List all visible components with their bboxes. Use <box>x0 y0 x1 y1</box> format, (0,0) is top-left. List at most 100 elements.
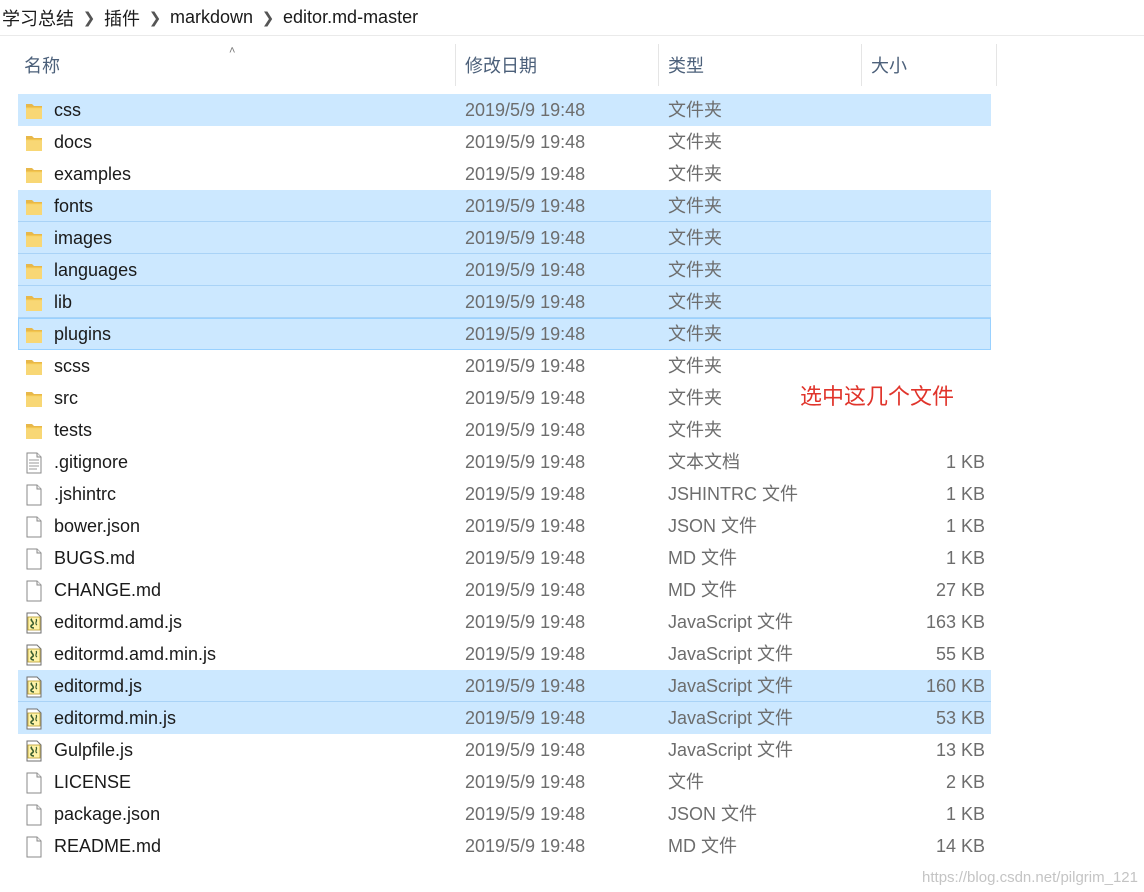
breadcrumb-item-editor-md-master[interactable]: editor.md-master <box>283 7 418 28</box>
file-type: 文件夹 <box>668 260 722 280</box>
file-row[interactable]: css 2019/5/9 19:48 文件夹 <box>0 94 1000 126</box>
column-header-name[interactable]: 名称 <box>18 44 456 86</box>
file-row[interactable]: .gitignore 2019/5/9 19:48 文本文档 1 KB <box>0 446 1000 478</box>
file-list: css 2019/5/9 19:48 文件夹 docs 2019/5/9 19:48 文件… <box>0 94 1000 862</box>
folder-icon <box>24 228 44 250</box>
file-row[interactable]: editormd.amd.min.js 2019/5/9 19:48 JavaScr… <box>0 638 1000 670</box>
file-name: tests <box>54 420 93 440</box>
folder-icon <box>24 292 44 314</box>
file-size: 163 KB <box>925 612 985 632</box>
file-type: 文件夹 <box>668 420 722 440</box>
column-header-type[interactable]: 类型 <box>662 44 862 86</box>
file-type: JSON 文件 <box>668 804 758 824</box>
file-name: examples <box>54 164 132 184</box>
file-type: JavaScript 文件 <box>668 644 794 664</box>
file-type: JavaScript 文件 <box>668 740 794 760</box>
file-type: 文件夹 <box>668 164 722 184</box>
file-type: 文本文档 <box>668 452 740 472</box>
file-row[interactable]: fonts 2019/5/9 19:48 文件夹 <box>0 190 1000 222</box>
file-row[interactable]: docs 2019/5/9 19:48 文件夹 <box>0 126 1000 158</box>
file-explorer: 学习总结 ❯ 插件 ❯ markdown ❯ editor.md-master … <box>0 0 1144 892</box>
chevron-right-icon[interactable]: ❯ <box>253 9 283 27</box>
script-file-icon <box>24 612 44 634</box>
file-name: editormd.js <box>54 676 143 696</box>
file-row[interactable]: .jshintrc 2019/5/9 19:48 JSHINTRC 文件 1 KB <box>0 478 1000 510</box>
file-type: 文件夹 <box>668 100 722 120</box>
file-name: images <box>54 228 113 248</box>
file-icon <box>24 516 44 538</box>
file-row[interactable]: editormd.min.js 2019/5/9 19:48 JavaScript … <box>0 702 1000 734</box>
file-row[interactable]: BUGS.md 2019/5/9 19:48 MD 文件 1 KB <box>0 542 1000 574</box>
folder-icon <box>24 324 44 346</box>
file-name: editormd.amd.min.js <box>54 644 217 664</box>
file-type: 文件夹 <box>668 196 722 216</box>
file-date-modified: 2019/5/9 19:48 <box>465 196 586 216</box>
file-name: editormd.min.js <box>54 708 177 728</box>
file-row[interactable]: editormd.amd.js 2019/5/9 19:48 JavaScript … <box>0 606 1000 638</box>
file-name: BUGS.md <box>54 548 136 568</box>
breadcrumb-item-study-summary[interactable]: 学习总结 <box>2 5 74 31</box>
file-date-modified: 2019/5/9 19:48 <box>465 676 586 696</box>
file-date-modified: 2019/5/9 19:48 <box>465 836 586 856</box>
file-icon <box>24 548 44 570</box>
file-row[interactable]: package.json 2019/5/9 19:48 JSON 文件 1 KB <box>0 798 1000 830</box>
file-row[interactable]: examples 2019/5/9 19:48 文件夹 <box>0 158 1000 190</box>
file-date-modified: 2019/5/9 19:48 <box>465 548 586 568</box>
file-row[interactable]: scss 2019/5/9 19:48 文件夹 <box>0 350 1000 382</box>
file-size <box>860 286 985 318</box>
file-size <box>860 254 985 286</box>
file-name: lib <box>54 292 73 312</box>
file-row[interactable]: tests 2019/5/9 19:48 文件夹 <box>0 414 1000 446</box>
file-size: 1 KB <box>945 484 985 504</box>
file-date-modified: 2019/5/9 19:48 <box>465 580 586 600</box>
file-date-modified: 2019/5/9 19:48 <box>465 452 586 472</box>
file-row[interactable]: languages 2019/5/9 19:48 文件夹 <box>0 254 1000 286</box>
file-size <box>860 190 985 222</box>
file-row[interactable]: editormd.js 2019/5/9 19:48 JavaScript 文件 16… <box>0 670 1000 702</box>
file-name: LICENSE <box>54 772 132 792</box>
file-date-modified: 2019/5/9 19:48 <box>465 292 586 312</box>
file-size: 13 KB <box>935 740 985 760</box>
file-row[interactable]: bower.json 2019/5/9 19:48 JSON 文件 1 KB <box>0 510 1000 542</box>
folder-icon <box>24 356 44 378</box>
file-type: 文件夹 <box>668 132 722 152</box>
file-date-modified: 2019/5/9 19:48 <box>465 356 586 376</box>
file-size: 14 KB <box>935 836 985 856</box>
file-row[interactable]: LICENSE 2019/5/9 19:48 文件 2 KB <box>0 766 1000 798</box>
column-header-date-modified[interactable]: 修改日期 <box>459 44 659 86</box>
file-date-modified: 2019/5/9 19:48 <box>465 100 586 120</box>
chevron-right-icon[interactable]: ❯ <box>140 9 170 27</box>
file-type: 文件夹 <box>668 324 722 344</box>
file-type: 文件夹 <box>668 228 722 248</box>
file-name: .jshintrc <box>54 484 117 504</box>
file-size: 27 KB <box>935 580 985 600</box>
file-row[interactable]: CHANGE.md 2019/5/9 19:48 MD 文件 27 KB <box>0 574 1000 606</box>
breadcrumb: 学习总结 ❯ 插件 ❯ markdown ❯ editor.md-master <box>0 0 1144 36</box>
file-name: fonts <box>54 196 94 216</box>
chevron-right-icon[interactable]: ❯ <box>74 9 104 27</box>
file-row[interactable]: images 2019/5/9 19:48 文件夹 <box>0 222 1000 254</box>
folder-icon <box>24 388 44 410</box>
file-date-modified: 2019/5/9 19:48 <box>465 804 586 824</box>
file-type: JSHINTRC 文件 <box>668 484 798 504</box>
file-icon <box>24 804 44 826</box>
file-size <box>860 318 985 350</box>
file-name: css <box>54 100 81 120</box>
file-row[interactable]: Gulpfile.js 2019/5/9 19:48 JavaScript 文件 13… <box>0 734 1000 766</box>
breadcrumb-item-plugins[interactable]: 插件 <box>104 5 140 31</box>
breadcrumb-item-markdown[interactable]: markdown <box>170 7 253 28</box>
file-size <box>860 222 985 254</box>
script-file-icon <box>24 708 44 730</box>
file-row[interactable]: plugins 2019/5/9 19:48 文件夹 <box>0 318 1000 350</box>
file-type: JavaScript 文件 <box>668 708 794 728</box>
file-row[interactable]: lib 2019/5/9 19:48 文件夹 <box>0 286 1000 318</box>
file-name: languages <box>54 260 138 280</box>
file-size <box>860 126 985 158</box>
file-date-modified: 2019/5/9 19:48 <box>465 420 586 440</box>
file-row[interactable]: README.md 2019/5/9 19:48 MD 文件 14 KB <box>0 830 1000 862</box>
file-date-modified: 2019/5/9 19:48 <box>465 132 586 152</box>
file-date-modified: 2019/5/9 19:48 <box>465 708 586 728</box>
column-header-size[interactable]: 大小 <box>865 44 997 86</box>
file-type: JSON 文件 <box>668 516 758 536</box>
folder-icon <box>24 164 44 186</box>
